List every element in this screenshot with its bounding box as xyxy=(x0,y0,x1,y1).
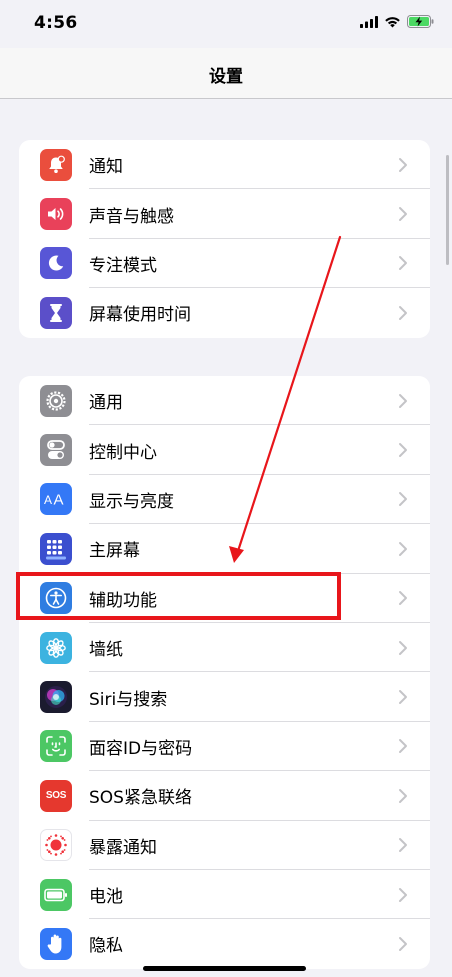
face-id-icon xyxy=(40,730,72,763)
flower-icon xyxy=(40,631,72,664)
settings-row-sounds-haptics[interactable]: 声音与触感 xyxy=(19,189,430,239)
chevron-right-icon xyxy=(399,492,407,507)
bell-icon xyxy=(40,148,72,181)
text-size-icon: A A xyxy=(40,483,72,516)
settings-row-screen-time[interactable]: 屏幕使用时间 xyxy=(19,288,430,337)
settings-row-wallpaper[interactable]: 墙纸 xyxy=(19,623,430,673)
settings-row-home-screen[interactable]: 主屏幕 xyxy=(19,524,430,574)
moon-icon xyxy=(40,247,72,280)
settings-row-label: Siri与搜索 xyxy=(89,689,168,710)
sos-icon-text: SOS xyxy=(45,790,67,802)
settings-row-label: 声音与触感 xyxy=(89,206,174,227)
status-time: 4:56 xyxy=(34,13,78,33)
settings-row-label: 隐私 xyxy=(89,936,123,957)
settings-row-label: 墙纸 xyxy=(89,640,123,661)
settings-row-general[interactable]: 通用 xyxy=(19,376,430,426)
settings-group-2: 通用 控制中心 A A 显示与亮度 主屏幕 辅助功能 墙纸 Siri与搜索 面容… xyxy=(19,376,430,969)
settings-row-label: 暴露通知 xyxy=(89,837,157,858)
siri-icon xyxy=(40,681,72,714)
gear-icon xyxy=(40,384,72,417)
chevron-right-icon xyxy=(399,838,407,853)
chevron-right-icon xyxy=(399,157,407,172)
hourglass-icon xyxy=(40,296,72,329)
battery-charging-icon xyxy=(407,15,434,28)
settings-group-1: 通知 声音与触感 专注模式 屏幕使用时间 xyxy=(19,140,430,338)
toggles-icon xyxy=(40,434,72,467)
scroll-indicator[interactable] xyxy=(446,155,449,265)
settings-row-label: 主屏幕 xyxy=(89,541,140,562)
chevron-right-icon xyxy=(399,305,407,320)
settings-row-battery[interactable]: 电池 xyxy=(19,870,430,920)
settings-row-label: 通用 xyxy=(89,393,123,414)
sos-icon: SOS xyxy=(40,779,72,812)
settings-row-siri-search[interactable]: Siri与搜索 xyxy=(19,672,430,722)
settings-row-face-id-passcode[interactable]: 面容ID与密码 xyxy=(19,722,430,772)
settings-row-label: 屏幕使用时间 xyxy=(89,305,191,326)
settings-row-label: 显示与亮度 xyxy=(89,491,174,512)
settings-row-privacy[interactable]: 隐私 xyxy=(19,919,430,968)
navigation-bar: 设置 xyxy=(0,48,452,99)
page-title: 设置 xyxy=(209,67,243,87)
settings-row-label: 面容ID与密码 xyxy=(89,738,193,759)
status-icons xyxy=(360,15,434,28)
settings-row-label: 通知 xyxy=(89,157,123,178)
battery-icon xyxy=(40,878,72,911)
chevron-right-icon xyxy=(399,591,407,606)
settings-row-notifications[interactable]: 通知 xyxy=(19,140,430,190)
chevron-right-icon xyxy=(399,640,407,655)
home-grid-icon xyxy=(40,532,72,565)
chevron-right-icon xyxy=(399,393,407,408)
status-bar: 4:56 xyxy=(0,0,452,48)
chevron-right-icon xyxy=(399,887,407,902)
chevron-right-icon xyxy=(399,690,407,705)
settings-row-label: 控制中心 xyxy=(89,442,157,463)
chevron-right-icon xyxy=(399,443,407,458)
exposure-icon xyxy=(40,829,72,862)
settings-row-exposure-notifications[interactable]: 暴露通知 xyxy=(19,821,430,870)
chevron-right-icon xyxy=(399,256,407,271)
hand-icon xyxy=(40,927,72,960)
annotation-highlight-box xyxy=(16,572,341,620)
settings-row-display-brightness[interactable]: A A 显示与亮度 xyxy=(19,475,430,525)
settings-row-label: 电池 xyxy=(89,887,123,908)
home-indicator[interactable] xyxy=(143,966,306,971)
settings-row-emergency-sos[interactable]: SOS SOS紧急联络 xyxy=(19,771,430,821)
speaker-icon xyxy=(40,198,72,231)
wifi-icon xyxy=(385,16,400,27)
chevron-right-icon xyxy=(399,788,407,803)
cellular-signal-icon xyxy=(360,15,378,28)
settings-row-control-center[interactable]: 控制中心 xyxy=(19,425,430,475)
chevron-right-icon xyxy=(399,541,407,556)
settings-row-focus[interactable]: 专注模式 xyxy=(19,239,430,289)
svg-text:A: A xyxy=(44,493,52,507)
settings-row-label: SOS紧急联络 xyxy=(89,788,192,809)
chevron-right-icon xyxy=(399,739,407,754)
svg-text:A: A xyxy=(54,492,64,509)
chevron-right-icon xyxy=(399,936,407,951)
chevron-right-icon xyxy=(399,207,407,222)
settings-row-label: 专注模式 xyxy=(89,255,157,276)
